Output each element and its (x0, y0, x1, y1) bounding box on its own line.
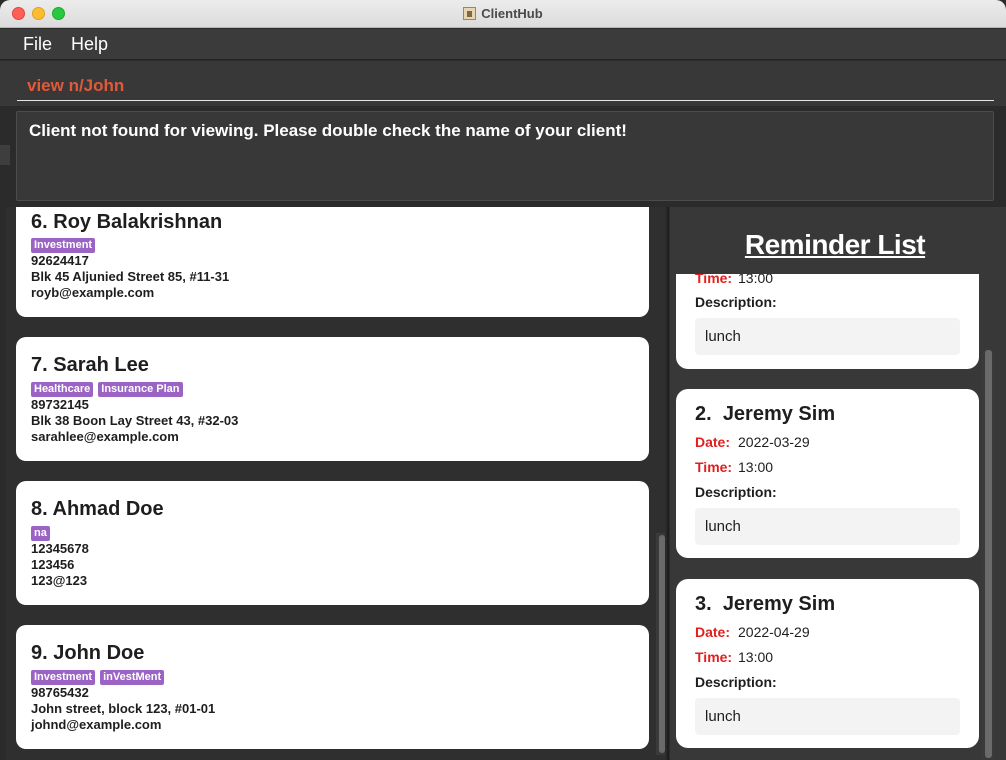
client-phone: 89732145 (31, 397, 89, 412)
reminder-description: lunch (695, 318, 960, 355)
client-list-scrollbar[interactable] (656, 533, 665, 755)
time-label: Time: (695, 649, 733, 665)
reminder-list-scrollbar[interactable] (982, 350, 994, 760)
client-tags: Investment inVestMent (31, 667, 169, 685)
description-label: Description: (695, 294, 777, 310)
reminder-list-scroll-thumb[interactable] (985, 350, 992, 758)
client-name: 6. Roy Balakrishnan (31, 211, 223, 233)
client-card[interactable]: 6. Roy Balakrishnan Investment 92624417 … (16, 207, 649, 317)
reminder-card[interactable]: 2. Jeremy Sim Date: 2022-03-29 Time: 13:00… (676, 389, 979, 558)
client-tags: Healthcare Insurance Plan (31, 379, 188, 397)
client-address: Blk 45 Aljunied Street 85, #11-31 (31, 269, 230, 284)
client-list-panel[interactable]: 6. Roy Balakrishnan Investment 92624417 … (6, 207, 665, 760)
date-label: Date: (695, 624, 731, 640)
command-input[interactable] (17, 71, 994, 101)
client-address: Blk 38 Boon Lay Street 43, #32-03 (31, 413, 239, 428)
reminder-date: 2022-03-29 (738, 434, 810, 450)
client-address: 123456 (31, 557, 75, 572)
window-title-bar: ClientHub (0, 0, 1006, 28)
app-icon (463, 7, 477, 20)
client-email: royb@example.com (31, 285, 155, 300)
tag: Insurance Plan (98, 382, 183, 397)
background-fragment (0, 145, 10, 165)
reminder-list[interactable]: Time: 13:00 Description: lunch 2. Jeremy … (670, 274, 1006, 760)
client-email: sarahlee@example.com (31, 429, 179, 444)
tag: inVestMent (100, 670, 165, 685)
client-name: 7. Sarah Lee (31, 354, 149, 376)
reminder-date: 2022-04-29 (738, 624, 810, 640)
result-message: Client not found for viewing. Please dou… (29, 121, 627, 140)
reminder-name: 3. Jeremy Sim (695, 593, 836, 615)
date-label: Date: (695, 434, 731, 450)
time-label: Time: (695, 274, 733, 286)
reminder-time-row: Time: 13:00 (695, 459, 773, 475)
reminder-description: lunch (695, 508, 960, 545)
client-tags: na (31, 523, 55, 541)
time-label: Time: (695, 459, 733, 475)
reminder-panel: Reminder List Time: 13:00 Description: lu… (670, 207, 1006, 760)
tag: Investment (31, 238, 96, 253)
reminder-date-row: Date: 2022-03-29 (695, 434, 810, 450)
client-email: 123@123 (31, 573, 88, 588)
window-title-text: ClientHub (481, 6, 543, 21)
reminder-card[interactable]: 3. Jeremy Sim Date: 2022-04-29 Time: 13:00… (676, 579, 979, 748)
command-box (0, 61, 1006, 106)
client-name: 8. Ahmad Doe (31, 498, 164, 520)
tag: na (31, 526, 50, 541)
menu-file[interactable]: File (23, 34, 52, 55)
client-tags: Investment (31, 235, 100, 253)
description-label: Description: (695, 484, 777, 500)
reminder-time: 13:00 (738, 459, 774, 475)
client-phone: 12345678 (31, 541, 89, 556)
panel-divider[interactable] (667, 207, 669, 760)
client-phone: 98765432 (31, 685, 89, 700)
reminder-date-row: Date: 2022-04-29 (695, 624, 810, 640)
reminder-time-row: Time: 13:00 (695, 274, 773, 286)
reminder-time-row: Time: 13:00 (695, 649, 773, 665)
client-address: John street, block 123, #01-01 (31, 701, 216, 716)
reminder-list-title: Reminder List (744, 229, 926, 260)
reminder-time: 13:00 (738, 649, 774, 665)
reminder-card[interactable]: Time: 13:00 Description: lunch (676, 274, 979, 369)
tag: Investment (31, 670, 96, 685)
client-card[interactable]: 8. Ahmad Doe na 12345678 123456 123@123 (16, 481, 649, 605)
tag: Healthcare (31, 382, 94, 397)
result-display: Client not found for viewing. Please dou… (16, 111, 994, 201)
description-label: Description: (695, 674, 777, 690)
menu-bar: File Help (0, 29, 1006, 60)
client-phone: 92624417 (31, 253, 89, 268)
reminder-name: 2. Jeremy Sim (695, 403, 836, 425)
client-email: johnd@example.com (31, 717, 162, 732)
client-card[interactable]: 7. Sarah Lee Healthcare Insurance Plan 89… (16, 337, 649, 461)
reminder-time: 13:00 (738, 274, 774, 286)
window-title: ClientHub (0, 6, 1006, 21)
reminder-description: lunch (695, 698, 960, 735)
client-name: 9. John Doe (31, 642, 145, 664)
client-list-scroll-thumb[interactable] (659, 535, 665, 753)
client-card[interactable]: 9. John Doe Investment inVestMent 9876543… (16, 625, 649, 749)
menu-help[interactable]: Help (71, 34, 108, 55)
